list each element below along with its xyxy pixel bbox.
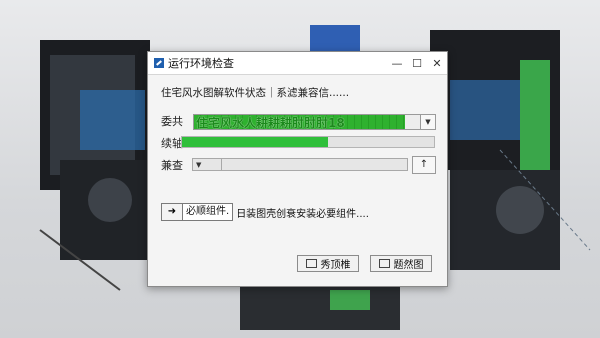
row-1: 委共 [161,113,195,129]
maximize-button[interactable]: ☐ [407,57,427,70]
primary-progress-bar: 住宅风水人耕耕耕肘肘肘18 [193,114,422,130]
extension-row: ➜ 必顺组件. 日装图壳创衰安装必要组件.... [161,203,369,221]
chevron-down-icon: ▼ [196,161,202,169]
arrow-right-icon[interactable]: ➜ [161,203,183,221]
secondary-progress-fill [182,137,329,147]
status-heading: 住宅风水图解软件状态｜系滤兼容信...... [161,87,350,99]
monitor-icon [305,259,317,268]
row-3: 兼查 [161,157,195,173]
primary-action-label: 秀顶椎 [320,260,351,271]
minimize-button[interactable]: — [387,57,407,70]
primary-progress-text: 住宅风水人耕耕耕肘肘肘18 [196,116,345,130]
row-3-label: 兼查 [161,159,183,172]
title-bar: 运行环境检查 — ☐ ✕ [148,52,447,75]
secondary-action-label: 题然图 [393,260,424,271]
app-icon [154,58,164,68]
window-title: 运行环境检查 [168,57,234,70]
row-1-dropdown-button[interactable]: ▼ [420,114,436,130]
row-1-label: 委共 [161,115,183,128]
row-3-up-button[interactable]: ↑ [412,156,436,174]
primary-action-button[interactable]: 秀顶椎 [297,255,359,272]
row-3-select[interactable]: ▼ [192,158,408,171]
environment-check-dialog: 运行环境检查 — ☐ ✕ 住宅风水图解软件状态｜系滤兼容信...... 委共 住… [147,51,448,287]
install-message: 日装图壳创衰安装必要组件.... [236,208,369,220]
secondary-action-button[interactable]: 题然图 [370,255,432,272]
edit-icon [378,259,390,268]
select-divider [221,159,222,170]
component-label[interactable]: 必顺组件. [183,203,234,221]
close-button[interactable]: ✕ [427,57,447,70]
secondary-progress-bar [181,136,435,148]
